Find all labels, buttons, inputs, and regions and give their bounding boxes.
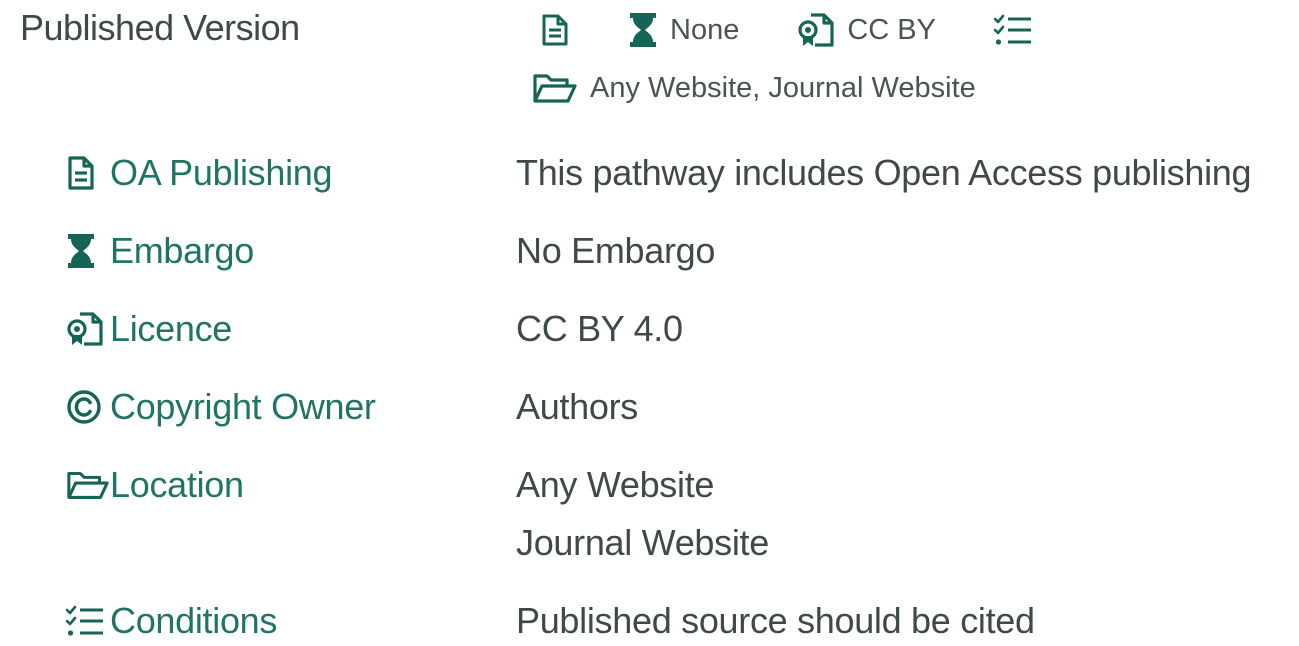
document-icon <box>66 155 110 191</box>
summary-row-location: Any Website, Journal Website <box>532 66 976 110</box>
detail-label: Location <box>66 460 244 510</box>
detail-label-text: OA Publishing <box>110 152 333 193</box>
detail-value-text: This pathway includes Open Access publis… <box>516 152 1252 193</box>
detail-value: Any Website Journal Website <box>516 460 769 568</box>
detail-value-text: Journal Website <box>516 522 769 563</box>
summary-conditions <box>993 14 1032 46</box>
detail-label-text: Copyright Owner <box>110 386 376 427</box>
detail-label: Conditions <box>66 596 277 646</box>
detail-label-text: Location <box>110 464 244 505</box>
summary-oa-publishing <box>540 13 570 47</box>
checklist-icon <box>66 605 110 637</box>
hourglass-icon <box>628 12 658 48</box>
detail-value: No Embargo <box>516 226 715 276</box>
checklist-icon <box>993 14 1032 46</box>
summary-licence-text: CC BY <box>847 14 936 46</box>
summary-location-text: Any Website, Journal Website <box>590 72 976 104</box>
folder-open-icon <box>66 469 110 501</box>
detail-label-text: Licence <box>110 308 232 349</box>
detail-label-text: Embargo <box>110 230 254 271</box>
detail-label: Licence <box>66 304 232 354</box>
copyright-icon <box>66 389 110 425</box>
document-icon <box>540 13 570 47</box>
detail-value: Authors <box>516 382 638 432</box>
page-title: Published Version <box>20 7 300 48</box>
detail-value-text: Published source should be cited <box>516 600 1035 641</box>
detail-value: Published source should be cited <box>516 596 1035 646</box>
certificate-icon <box>66 311 110 347</box>
detail-value: CC BY 4.0 <box>516 304 683 354</box>
summary-embargo-text: None <box>670 14 740 46</box>
detail-label: Copyright Owner <box>66 382 376 432</box>
detail-value: This pathway includes Open Access publis… <box>516 148 1252 198</box>
detail-label-text: Conditions <box>110 600 278 641</box>
detail-value-text: Any Website <box>516 464 715 505</box>
summary-licence: CC BY <box>797 8 936 52</box>
detail-label: OA Publishing <box>66 148 333 198</box>
summary-embargo: None <box>628 8 739 52</box>
certificate-icon <box>797 12 835 48</box>
folder-open-icon <box>532 72 578 104</box>
detail-value-text: Authors <box>516 386 638 427</box>
summary-location: Any Website, Journal Website <box>532 66 976 110</box>
detail-label: Embargo <box>66 226 254 276</box>
hourglass-icon <box>66 233 110 269</box>
summary-row: None CC BY <box>540 8 1032 52</box>
detail-value-text: No Embargo <box>516 230 716 271</box>
detail-value-text: CC BY 4.0 <box>516 308 683 349</box>
